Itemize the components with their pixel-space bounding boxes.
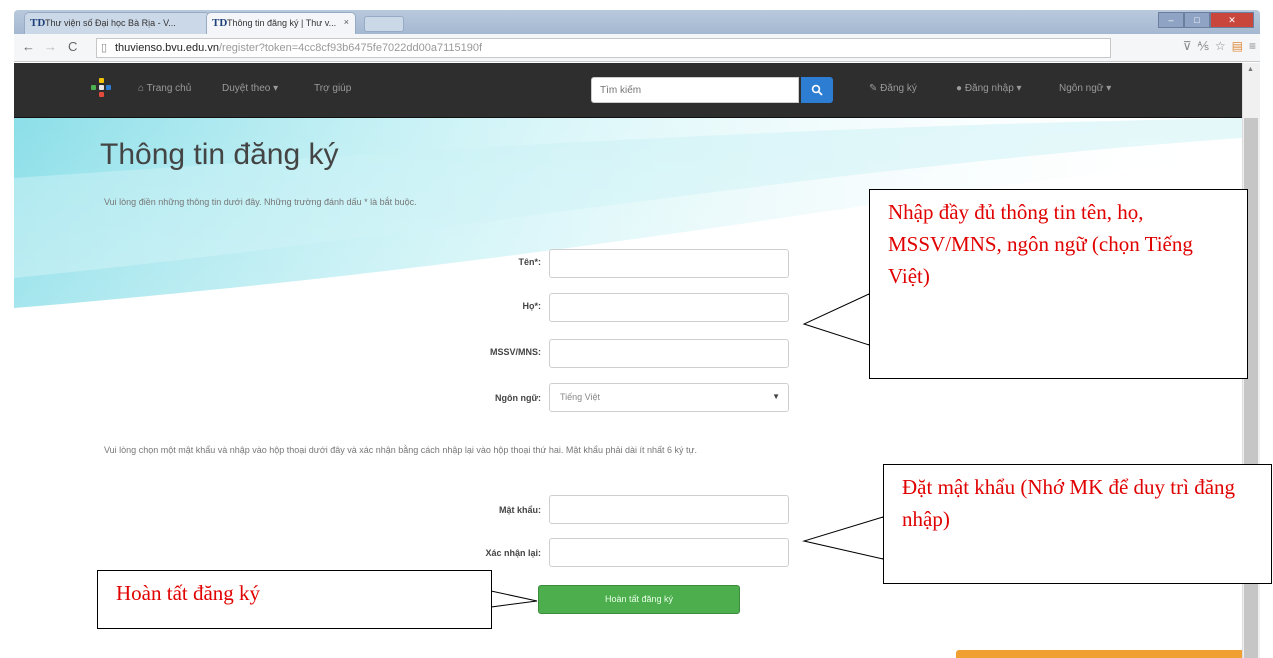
callout-info: Nhập đầy đủ thông tin tên, họ, MSSV/MNS,… — [869, 189, 1248, 379]
callout-submit-tail — [490, 590, 538, 608]
callout-password: Đặt mật khẩu (Nhớ MK để duy trì đăng nhậ… — [883, 464, 1272, 584]
callout-submit: Hoàn tất đăng ký — [97, 570, 492, 629]
callout-info-tail — [802, 293, 870, 346]
screenshot: TD Thư viện số Đại học Bà Rịa - V... TD … — [0, 0, 1273, 658]
callout-password-tail — [802, 516, 884, 560]
